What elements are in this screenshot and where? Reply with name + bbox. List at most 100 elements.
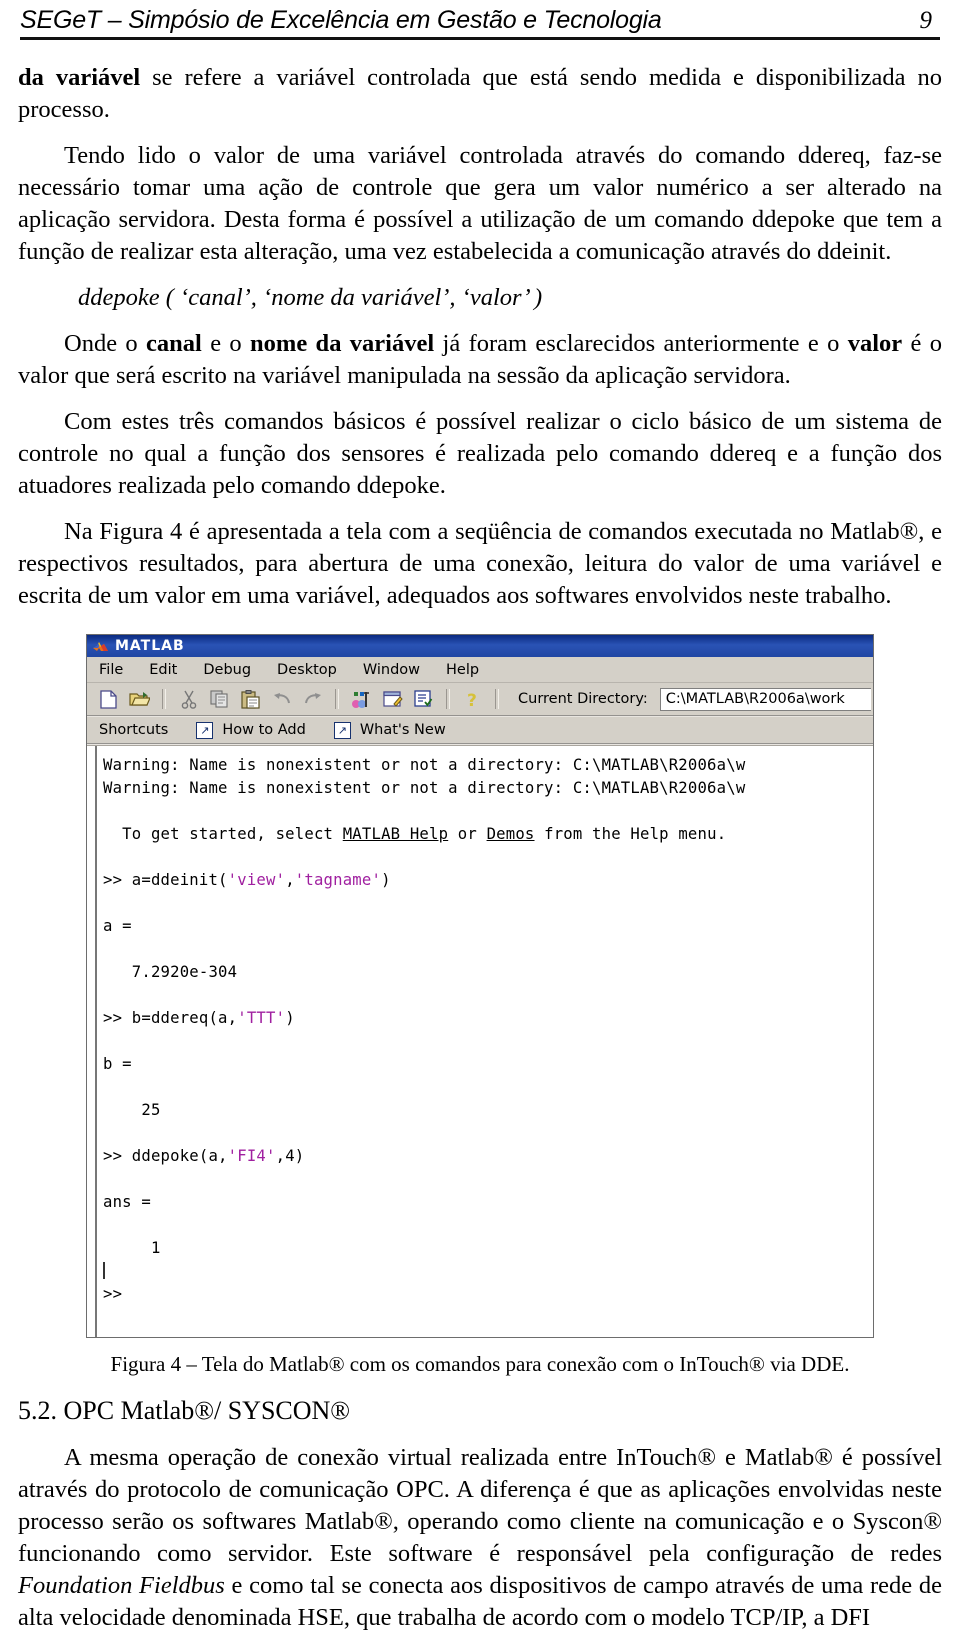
getstarted-post: from the Help menu. <box>534 825 727 843</box>
cmd2-string-ttt: 'TTT' <box>237 1009 286 1027</box>
paragraph-3-bold-canal: canal <box>146 330 202 357</box>
shortcut-arrow-icon[interactable]: ↗ <box>196 721 214 739</box>
paragraph-2: Tendo lido o valor de uma variável contr… <box>18 142 942 265</box>
console-output-ans-value: 1 <box>103 1239 161 1257</box>
paste-icon[interactable] <box>237 687 264 712</box>
matlab-titlebar: MATLAB <box>87 635 873 657</box>
cmd2-post: ) <box>285 1009 295 1027</box>
matlab-shortcuts-bar: Shortcuts ↗ How to Add ↗ What's New <box>87 717 873 745</box>
toolbar-separator <box>495 689 499 709</box>
open-folder-icon[interactable] <box>126 687 153 712</box>
paragraph-6: A mesma operação de conexão virtual real… <box>18 1442 942 1634</box>
matlab-toolbar: ? Current Directory: C:\MATLAB\R2006a\wo… <box>87 683 873 717</box>
svg-text:?: ? <box>467 691 477 709</box>
redo-icon[interactable] <box>299 687 326 712</box>
figure-4: MATLAB File Edit Debug Desktop Window He… <box>18 634 942 1338</box>
paragraph-5: Na Figura 4 é apresentada a tela com a s… <box>18 518 942 609</box>
getstarted-mid: or <box>448 825 487 843</box>
paragraph-3-bold-nome-da-variavel: nome da variável <box>250 330 435 357</box>
cmd1-mid: , <box>285 871 295 889</box>
cmd1-post: ) <box>381 871 391 889</box>
figure-caption: Figura 4 – Tela do Matlab® com os comand… <box>110 1352 850 1376</box>
toolbar-separator <box>446 689 450 709</box>
header-title: SEGeT – Simpósio de Excelência em Gestão… <box>20 6 662 34</box>
matlab-help-link[interactable]: MATLAB Help <box>343 825 448 843</box>
cmd1-string-view: 'view' <box>227 871 286 889</box>
profiler-icon[interactable] <box>410 687 437 712</box>
console-command-ddereq: >> b=ddereq(a,'TTT') <box>87 1007 873 1030</box>
toolbar-separator <box>162 689 166 709</box>
console-output-ans-name: ans = <box>103 1193 151 1211</box>
shortcuts-label: Shortcuts <box>99 722 169 738</box>
paragraph-4: Com estes três comandos básicos é possív… <box>18 408 942 499</box>
document-body: da variável se refere a variável control… <box>18 40 942 1634</box>
console-getstarted-line: To get started, select MATLAB Help or De… <box>87 823 873 846</box>
paragraph-3-d: já foram esclarecidos anteriormente e o <box>434 330 848 357</box>
menu-window[interactable]: Window <box>363 662 420 678</box>
console-output-b-name: b = <box>103 1055 132 1073</box>
paragraph-3: Onde o canal e o nome da variável já for… <box>18 328 942 392</box>
console-output-a-name: a = <box>103 917 132 935</box>
console-warning-line: Warning: Name is nonexistent or not a di… <box>103 779 746 797</box>
console-command-ddeinit: >> a=ddeinit('view','tagname') <box>87 869 873 892</box>
menu-file[interactable]: File <box>99 662 123 678</box>
menu-help[interactable]: Help <box>446 662 479 678</box>
shortcut-arrow-icon[interactable]: ↗ <box>333 721 351 739</box>
shortcut-how-to-add[interactable]: How to Add <box>222 722 305 738</box>
matlab-title-text: MATLAB <box>115 638 185 654</box>
cmd1-string-tagname: 'tagname' <box>294 871 382 889</box>
running-header: SEGeT – Simpósio de Excelência em Gestão… <box>18 0 942 34</box>
current-directory-label: Current Directory: <box>518 691 648 707</box>
matlab-menubar: File Edit Debug Desktop Window Help <box>87 657 873 683</box>
copy-icon[interactable] <box>206 687 233 712</box>
document-page: SEGeT – Simpósio de Excelência em Gestão… <box>0 0 960 1631</box>
current-directory-field[interactable]: C:\MATLAB\R2006a\work <box>659 687 871 711</box>
help-icon[interactable]: ? <box>459 687 486 712</box>
demos-link[interactable]: Demos <box>487 825 535 843</box>
console-prompt[interactable]: >> <box>87 1283 873 1306</box>
matlab-logo-icon <box>92 639 109 654</box>
undo-icon[interactable] <box>268 687 295 712</box>
menu-debug[interactable]: Debug <box>203 662 251 678</box>
console-caret <box>87 1260 873 1283</box>
new-file-icon[interactable] <box>95 687 122 712</box>
cmd3-post: ) <box>294 1147 305 1165</box>
matlab-window: MATLAB File Edit Debug Desktop Window He… <box>86 634 874 1338</box>
getstarted-pre: To get started, select <box>103 825 343 843</box>
paragraph-1-bold-lead: da variável <box>18 64 141 91</box>
shortcut-whats-new[interactable]: What's New <box>360 722 446 738</box>
menu-edit[interactable]: Edit <box>149 662 177 678</box>
paragraph-3-c: e o <box>201 330 251 357</box>
editor-icon[interactable] <box>379 687 406 712</box>
section-heading: 5.2. OPC Matlab®/ SYSCON® <box>18 1396 351 1425</box>
console-output-a-value: 7.2920e-304 <box>103 963 238 981</box>
cut-icon[interactable] <box>175 687 202 712</box>
paragraph-1-text: se refere a variável controlada que está… <box>18 64 942 123</box>
paragraph-6-italic-foundation-fieldbus: Foundation Fieldbus <box>18 1572 225 1599</box>
cmd3-string-fi4: 'FI4' <box>227 1147 276 1165</box>
paragraph-3-a: Onde o <box>64 330 147 357</box>
console-warning-line: Warning: Name is nonexistent or not a di… <box>103 756 746 774</box>
cmd3-mid: ,4 <box>275 1147 295 1165</box>
paragraph-3-bold-valor: valor <box>847 330 903 357</box>
cmd2-pre: >> b=ddereq(a, <box>103 1009 238 1027</box>
paragraph-1: da variável se refere a variável control… <box>18 62 942 126</box>
cmd1-pre: >> a=ddeinit( <box>103 871 228 889</box>
paragraph-6-a: A mesma operação de conexão virtual real… <box>18 1444 942 1567</box>
matlab-command-window[interactable]: Warning: Name is nonexistent or not a di… <box>87 745 873 1337</box>
menu-desktop[interactable]: Desktop <box>277 662 337 678</box>
ddepoke-signature: ddepoke ( ‘canal’, ‘nome da variável’, ‘… <box>78 284 543 311</box>
text-caret-icon <box>103 1262 105 1279</box>
simulink-icon[interactable] <box>348 687 375 712</box>
